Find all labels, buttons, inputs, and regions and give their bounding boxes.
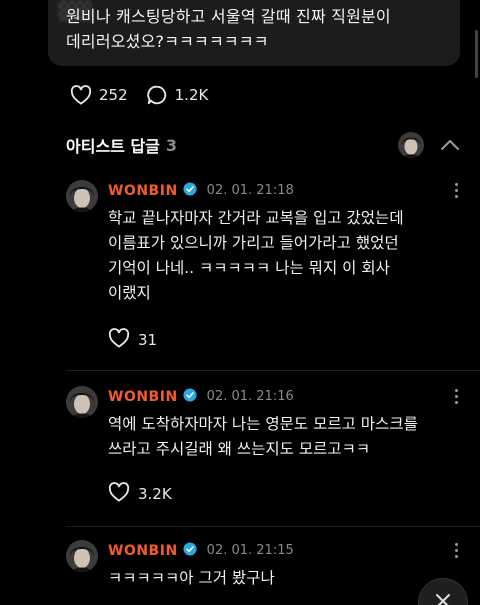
artist-replies-title: 아티스트 답글: [66, 137, 160, 156]
reply-text-line: 쓰라고 주시길래 왜 쓰는지도 모르고ㅋㅋ: [108, 440, 371, 458]
reply-like-button[interactable]: 31: [108, 328, 157, 352]
reply-item: WONBIN 02. 01. 21:16 역에 도착하자마자 나는 영문도 모르…: [66, 386, 466, 516]
reply-like-count: 3.2K: [138, 485, 172, 503]
divider: [66, 370, 480, 371]
like-button[interactable]: 252: [70, 85, 128, 105]
speech-bubble-icon: [146, 84, 168, 106]
reply-date: 02. 01. 21:18: [206, 183, 294, 198]
avatar[interactable]: [66, 180, 98, 212]
reply-text-line: ㅋㅋㅋㅋㅋ아 그거 봤구나: [108, 569, 275, 587]
reply-author[interactable]: WONBIN: [108, 543, 178, 559]
reply-text-line: 학교 끝나자마자 간거라 교복을 입고 갔었는데: [108, 209, 404, 227]
verified-badge-icon: [183, 541, 197, 560]
reply-item: WONBIN 02. 01. 21:15 ㅋㅋㅋㅋㅋ아 그거 봤구나: [66, 540, 466, 605]
reply-text: 역에 도착하자마자 나는 영문도 모르고 마스크를 쓰라고 주시길래 왜 쓰는지…: [108, 412, 453, 462]
scrollbar-thumb[interactable]: [475, 30, 478, 78]
more-options-button[interactable]: [446, 180, 466, 200]
close-icon: [434, 592, 452, 605]
reply-date: 02. 01. 21:16: [206, 389, 294, 404]
reply-author[interactable]: WONBIN: [108, 389, 178, 405]
post-text-line-2: 데리러오셨오?ㅋㅋㅋㅋㅋㅋㅋ: [66, 32, 269, 51]
heart-outline-icon: [70, 85, 92, 105]
reply-text: ㅋㅋㅋㅋㅋ아 그거 봤구나: [108, 566, 453, 591]
like-count: 252: [99, 86, 128, 104]
reply-like-count: 31: [138, 331, 158, 349]
reply-like-button[interactable]: 3.2K: [108, 482, 172, 506]
comment-button[interactable]: 1.2K: [146, 84, 209, 106]
reply-text-line: 기억이 나네.. ㅋㅋㅋㅋㅋ 나는 뭐지 이 회사: [108, 259, 390, 277]
artist-mini-avatar: [398, 132, 424, 158]
avatar[interactable]: [66, 540, 98, 572]
reply-text: 학교 끝나자마자 간거라 교복을 입고 갔었는데 이름표가 있으니까 가리고 들…: [108, 206, 453, 306]
reply-text-line: 이름표가 있으니까 가리고 들어가라고 했었던: [108, 234, 399, 252]
reply-text-line: 이랬지: [108, 284, 151, 302]
heart-outline-icon: [108, 482, 130, 506]
reply-author[interactable]: WONBIN: [108, 183, 178, 199]
reply-item: WONBIN 02. 01. 21:18 학교 끝나자마자 간거라 교복을 입고…: [66, 180, 466, 360]
chevron-up-icon[interactable]: [440, 136, 460, 155]
reply-text-line: 역에 도착하자마자 나는 영문도 모르고 마스크를: [108, 415, 418, 433]
artist-replies-header[interactable]: 아티스트 답글 3: [66, 131, 460, 159]
verified-badge-icon: [183, 181, 197, 200]
post-text-line-1: 원비나 캐스팅당하고 서울역 갈때 진짜 직원분이: [66, 7, 391, 26]
divider: [66, 526, 480, 527]
comment-count: 1.2K: [174, 86, 209, 104]
artist-replies-count: 3: [165, 135, 178, 155]
post-stats: 252 1.2K: [70, 84, 208, 106]
heart-outline-icon: [108, 328, 130, 352]
post-text: 원비나 캐스팅당하고 서울역 갈때 진짜 직원분이 데리러오셨오?ㅋㅋㅋㅋㅋㅋㅋ: [66, 4, 446, 54]
reply-date: 02. 01. 21:15: [206, 543, 294, 558]
more-options-button[interactable]: [446, 386, 466, 406]
avatar[interactable]: [66, 386, 98, 418]
more-options-button[interactable]: [446, 540, 466, 560]
verified-badge-icon: [183, 387, 197, 406]
